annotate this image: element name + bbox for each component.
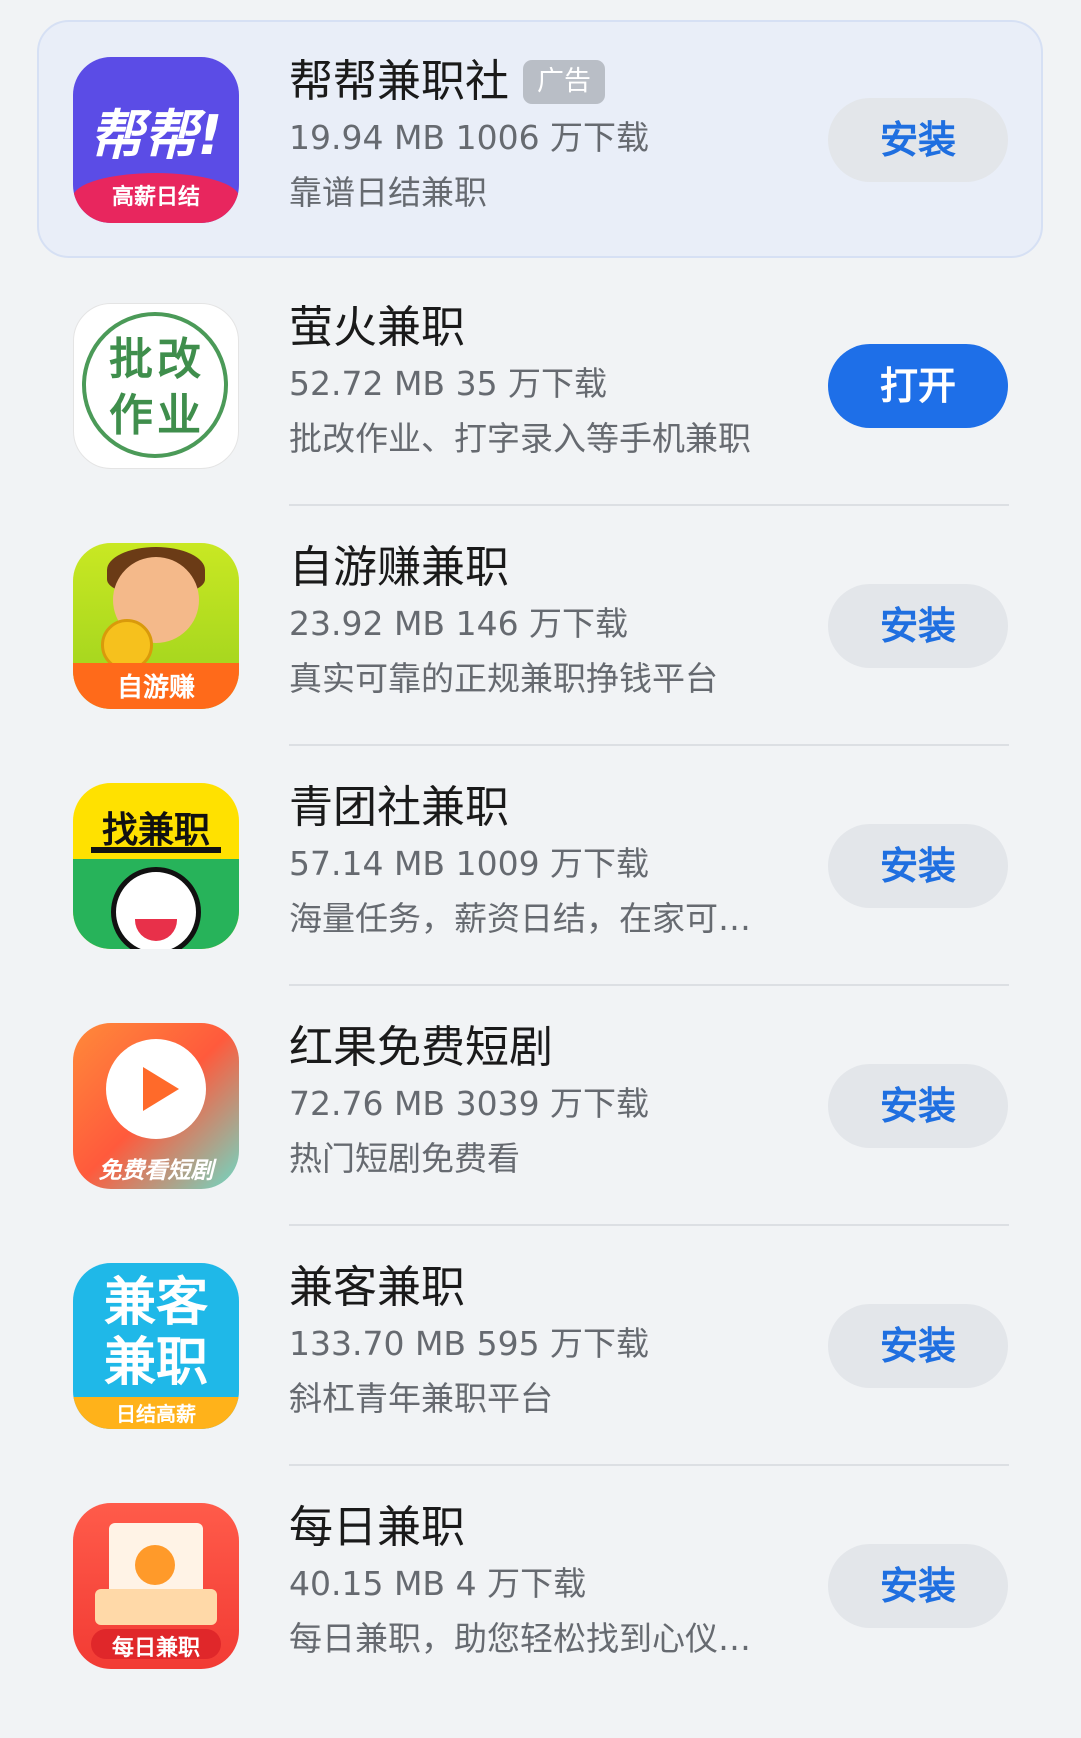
icon-text: 批改 作业 (74, 332, 238, 444)
icon-underline (91, 847, 221, 853)
app-downloads: 1009 万下载 (455, 844, 650, 883)
bangbang-app-icon[interactable]: 帮帮! 高薪日结 (73, 57, 239, 223)
app-description: 每日兼职，助您轻松找到心仪… (289, 1619, 751, 1658)
app-info: 帮帮兼职社 广告 19.94 MB 1006 万下载 靠谱日结兼职 (289, 56, 809, 213)
person-illustration (135, 1545, 175, 1585)
app-row-jianke[interactable]: 兼客 兼职 日结高薪 兼客兼职 133.70 MB 595 万下载 斜杠青年兼职平… (0, 1226, 1081, 1466)
app-info: 自游赚兼职 23.92 MB 146 万下载 真实可靠的正规兼职挣钱平台 (289, 542, 809, 699)
icon-text: 兼客 兼职 (73, 1273, 239, 1393)
icon-text: 高薪日结 (111, 185, 200, 210)
app-name: 萤火兼职 (289, 302, 465, 353)
pigai-app-icon[interactable]: 批改 作业 (73, 303, 239, 469)
play-icon (143, 1067, 179, 1111)
install-button[interactable]: 安装 (828, 1544, 1008, 1628)
install-button[interactable]: 安装 (828, 584, 1008, 668)
ad-badge: 广告 (523, 60, 605, 104)
app-meta: 40.15 MB 4 万下载 (289, 1564, 809, 1604)
app-meta: 57.14 MB 1009 万下载 (289, 844, 809, 884)
app-description: 批改作业、打字录入等手机兼职 (289, 419, 751, 458)
app-meta: 133.70 MB 595 万下载 (289, 1324, 809, 1364)
app-name: 自游赚兼职 (289, 542, 509, 593)
open-button[interactable]: 打开 (828, 344, 1008, 428)
app-downloads: 35 万下载 (455, 364, 608, 403)
icon-text: 帮帮! (89, 104, 223, 167)
install-button[interactable]: 安装 (828, 1304, 1008, 1388)
app-name: 青团社兼职 (289, 782, 509, 833)
app-info: 萤火兼职 52.72 MB 35 万下载 批改作业、打字录入等手机兼职 (289, 302, 809, 459)
app-info: 兼客兼职 133.70 MB 595 万下载 斜杠青年兼职平台 (289, 1262, 809, 1419)
app-row-qingtuanshe[interactable]: 找兼职 青团社兼职 57.14 MB 1009 万下载 海量任务，薪资日结，在家… (0, 746, 1081, 986)
app-description: 热门短剧免费看 (289, 1139, 520, 1178)
icon-text: 日结高薪 (116, 1402, 196, 1426)
hongguo-app-icon[interactable]: 免费看短剧 (73, 1023, 239, 1189)
icon-text-line: 兼职 (103, 1333, 208, 1393)
app-name-row: 帮帮兼职社 广告 (289, 56, 809, 108)
icon-text: 找兼职 (101, 810, 210, 851)
app-row-meiri[interactable]: 每日兼职 每日兼职 40.15 MB 4 万下载 每日兼职，助您轻松找到心仪… … (0, 1466, 1081, 1706)
app-name: 红果免费短剧 (289, 1022, 553, 1073)
app-meta: 19.94 MB 1006 万下载 (289, 118, 809, 158)
app-info: 青团社兼职 57.14 MB 1009 万下载 海量任务，薪资日结，在家可… (289, 782, 809, 939)
jianke-app-icon[interactable]: 兼客 兼职 日结高薪 (73, 1263, 239, 1429)
app-downloads: 1006 万下载 (455, 118, 650, 157)
app-size: 57.14 MB (289, 844, 446, 883)
app-size: 40.15 MB (289, 1564, 446, 1603)
icon-text-line: 作业 (109, 390, 205, 441)
app-name: 帮帮兼职社 (289, 56, 509, 107)
app-meta: 23.92 MB 146 万下载 (289, 604, 809, 644)
app-row-bangbang[interactable]: 帮帮! 高薪日结 帮帮兼职社 广告 19.94 MB 1006 万下载 靠谱日结… (0, 20, 1081, 260)
app-size: 23.92 MB (289, 604, 446, 643)
install-button[interactable]: 安装 (828, 98, 1008, 182)
app-downloads: 146 万下载 (455, 604, 629, 643)
app-description: 斜杠青年兼职平台 (289, 1379, 553, 1418)
app-info: 红果免费短剧 72.76 MB 3039 万下载 热门短剧免费看 (289, 1022, 809, 1179)
desk-illustration (95, 1589, 217, 1625)
app-description: 靠谱日结兼职 (289, 173, 487, 212)
app-description: 真实可靠的正规兼职挣钱平台 (289, 659, 718, 698)
app-name: 每日兼职 (289, 1502, 465, 1553)
app-description: 海量任务，薪资日结，在家可… (289, 899, 751, 938)
app-downloads: 3039 万下载 (455, 1084, 650, 1123)
install-button[interactable]: 安装 (828, 1064, 1008, 1148)
app-downloads: 595 万下载 (476, 1324, 650, 1363)
icon-text: 自游赚 (116, 673, 195, 703)
icon-text: 每日兼职 (111, 1636, 200, 1661)
app-row-ziyouzhuan[interactable]: 自游赚 自游赚兼职 23.92 MB 146 万下载 真实可靠的正规兼职挣钱平台… (0, 506, 1081, 746)
app-name: 兼客兼职 (289, 1262, 465, 1313)
app-meta: 52.72 MB 35 万下载 (289, 364, 809, 404)
app-info: 每日兼职 40.15 MB 4 万下载 每日兼职，助您轻松找到心仪… (289, 1502, 809, 1659)
app-size: 72.76 MB (289, 1084, 446, 1123)
ziyouzhuan-app-icon[interactable]: 自游赚 (73, 543, 239, 709)
app-row-yinghuo[interactable]: 批改 作业 萤火兼职 52.72 MB 35 万下载 批改作业、打字录入等手机兼职… (0, 266, 1081, 506)
app-row-hongguo[interactable]: 免费看短剧 红果免费短剧 72.76 MB 3039 万下载 热门短剧免费看 安… (0, 986, 1081, 1226)
app-size: 133.70 MB (289, 1324, 467, 1363)
meiri-app-icon[interactable]: 每日兼职 (73, 1503, 239, 1669)
qingtuanshe-app-icon[interactable]: 找兼职 (73, 783, 239, 949)
app-size: 19.94 MB (289, 118, 446, 157)
icon-text-line: 批改 (109, 334, 205, 385)
app-meta: 72.76 MB 3039 万下载 (289, 1084, 809, 1124)
app-size: 52.72 MB (289, 364, 446, 403)
icon-text: 免费看短剧 (98, 1158, 214, 1184)
app-downloads: 4 万下载 (455, 1564, 587, 1603)
install-button[interactable]: 安装 (828, 824, 1008, 908)
icon-text-line: 兼客 (103, 1273, 208, 1333)
